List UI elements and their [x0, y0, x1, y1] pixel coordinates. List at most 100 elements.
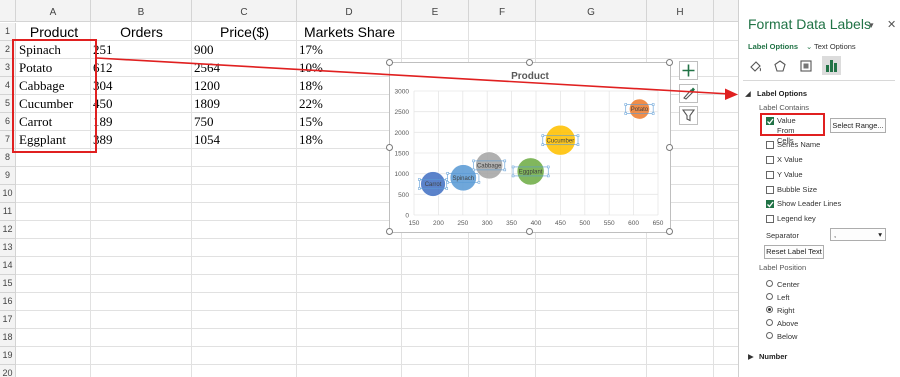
- label-options-tab-button[interactable]: [822, 56, 841, 75]
- column-header-b[interactable]: B: [91, 0, 192, 22]
- data-label-handle[interactable]: [511, 174, 515, 178]
- cell-d1[interactable]: Markets Share: [297, 23, 402, 41]
- data-label-handle[interactable]: [503, 159, 507, 163]
- data-label-handle[interactable]: [576, 134, 580, 137]
- cell-d7[interactable]: 18%: [299, 131, 323, 149]
- position-center-label[interactable]: Center: [777, 280, 800, 289]
- size-properties-icon[interactable]: [799, 59, 813, 73]
- position-above-label[interactable]: Above: [777, 319, 798, 328]
- data-label-potato[interactable]: Potato: [631, 107, 649, 113]
- data-label-handle[interactable]: [472, 168, 475, 172]
- bubble-chart[interactable]: Product 0 500 1000 1500 2000 2500 3000 150 200 2…: [386, 59, 673, 235]
- data-label-handle[interactable]: [624, 112, 628, 115]
- position-center-radio[interactable]: [766, 280, 773, 287]
- column-header-a[interactable]: A: [16, 0, 91, 22]
- chevron-down-icon[interactable]: ⌄: [806, 42, 812, 51]
- cell-d3[interactable]: 10%: [299, 59, 323, 77]
- pane-options-chevron-icon[interactable]: ▾: [869, 20, 874, 31]
- row-header-14[interactable]: 14: [0, 257, 16, 275]
- cell-c5[interactable]: 1809: [194, 95, 220, 113]
- chart-x-axis[interactable]: 150 200 250 300 350 400 450 500 550 600 650: [409, 220, 664, 227]
- caret-right-icon[interactable]: ▶: [748, 352, 754, 361]
- chart-title[interactable]: Product: [511, 71, 549, 82]
- cell-c3[interactable]: 2564: [194, 59, 220, 77]
- row-header-18[interactable]: 18: [0, 329, 16, 347]
- show-leader-lines-label[interactable]: Show Leader Lines: [777, 199, 841, 208]
- cell-c7[interactable]: 1054: [194, 131, 220, 149]
- row-header-12[interactable]: 12: [0, 221, 16, 239]
- reset-label-text-button[interactable]: Reset Label Text: [764, 245, 824, 259]
- chart-y-axis[interactable]: 0 500 1000 1500 2000 2500 3000: [395, 89, 410, 220]
- row-header-16[interactable]: 16: [0, 293, 16, 311]
- data-label-handle[interactable]: [418, 187, 421, 190]
- chart-styles-button[interactable]: [679, 84, 698, 103]
- chart-elements-button[interactable]: [679, 61, 698, 80]
- bubble-size-checkbox[interactable]: [766, 186, 774, 194]
- data-label-cabbage[interactable]: Cabbage: [477, 164, 502, 170]
- legend-key-checkbox[interactable]: [766, 215, 774, 223]
- position-below-radio[interactable]: [766, 332, 773, 339]
- legend-key-label[interactable]: Legend key: [777, 214, 816, 223]
- data-label-handle[interactable]: [503, 168, 507, 172]
- chart-filters-button[interactable]: [679, 106, 698, 125]
- resize-handle-top[interactable]: [526, 59, 533, 66]
- row-header-20[interactable]: 20: [0, 365, 16, 377]
- position-left-label[interactable]: Left: [777, 293, 790, 302]
- cell-d5[interactable]: 22%: [299, 95, 323, 113]
- position-right-radio[interactable]: [766, 306, 773, 313]
- data-label-handle[interactable]: [651, 112, 655, 115]
- bubble-size-label[interactable]: Bubble Size: [777, 185, 817, 194]
- resize-handle-top-right[interactable]: [666, 59, 673, 66]
- cell-c1[interactable]: Price($): [192, 23, 297, 41]
- data-label-handle[interactable]: [445, 187, 448, 190]
- section-label-options[interactable]: Label Options: [757, 89, 807, 98]
- select-all-corner[interactable]: [0, 0, 16, 22]
- close-icon[interactable]: ✕: [887, 18, 896, 31]
- resize-handle-bottom[interactable]: [526, 228, 533, 235]
- row-header-19[interactable]: 19: [0, 347, 16, 365]
- select-range-button[interactable]: Select Range...: [830, 118, 886, 133]
- row-header-11[interactable]: 11: [0, 203, 16, 221]
- column-header-c[interactable]: C: [192, 0, 297, 22]
- resize-handle-bottom-right[interactable]: [666, 228, 673, 235]
- data-label-handle[interactable]: [624, 103, 628, 106]
- worksheet[interactable]: A B C D E F G H 1 2 3 4 5 6 7 8 9 10 11 12 13 14 15 16 1…: [0, 0, 738, 377]
- resize-handle-top-left[interactable]: [386, 59, 393, 66]
- resize-handle-bottom-left[interactable]: [386, 228, 393, 235]
- position-left-radio[interactable]: [766, 293, 773, 300]
- data-label-handle[interactable]: [477, 181, 481, 184]
- pentagon-effects-icon[interactable]: [773, 59, 787, 73]
- x-value-label[interactable]: X Value: [777, 155, 803, 164]
- row-header-13[interactable]: 13: [0, 239, 16, 257]
- column-header-g[interactable]: G: [536, 0, 647, 22]
- row-header-17[interactable]: 17: [0, 311, 16, 329]
- column-header-e[interactable]: E: [402, 0, 469, 22]
- position-above-radio[interactable]: [766, 319, 773, 326]
- data-label-cucumber[interactable]: Cucumber: [547, 138, 575, 144]
- data-label-spinach[interactable]: Spinach: [452, 176, 474, 182]
- resize-handle-left[interactable]: [386, 144, 393, 151]
- data-label-handle[interactable]: [541, 134, 545, 137]
- cell-c6[interactable]: 750: [194, 113, 214, 131]
- data-label-handle[interactable]: [576, 143, 580, 146]
- column-header-f[interactable]: F: [469, 0, 536, 22]
- data-label-handle[interactable]: [651, 103, 655, 106]
- data-label-carrot[interactable]: Carrot: [425, 182, 442, 188]
- fill-line-icon[interactable]: [748, 59, 762, 73]
- row-header-9[interactable]: 9: [0, 167, 16, 185]
- data-label-eggplant[interactable]: Eggplant: [519, 170, 543, 176]
- column-header-h[interactable]: H: [647, 0, 714, 22]
- row-header-15[interactable]: 15: [0, 275, 16, 293]
- tab-text-options[interactable]: Text Options: [814, 42, 856, 51]
- caret-down-icon[interactable]: ◢: [745, 89, 751, 98]
- data-label-handle[interactable]: [446, 172, 449, 175]
- cell-c4[interactable]: 1200: [194, 77, 220, 95]
- y-value-checkbox[interactable]: [766, 171, 774, 179]
- cell-d4[interactable]: 18%: [299, 77, 323, 95]
- resize-handle-right[interactable]: [666, 144, 673, 151]
- series-name-label[interactable]: Series Name: [777, 140, 820, 149]
- position-below-label[interactable]: Below: [777, 332, 797, 341]
- cell-d2[interactable]: 17%: [299, 41, 323, 59]
- show-leader-lines-checkbox[interactable]: [766, 200, 774, 208]
- position-right-label[interactable]: Right: [777, 306, 795, 315]
